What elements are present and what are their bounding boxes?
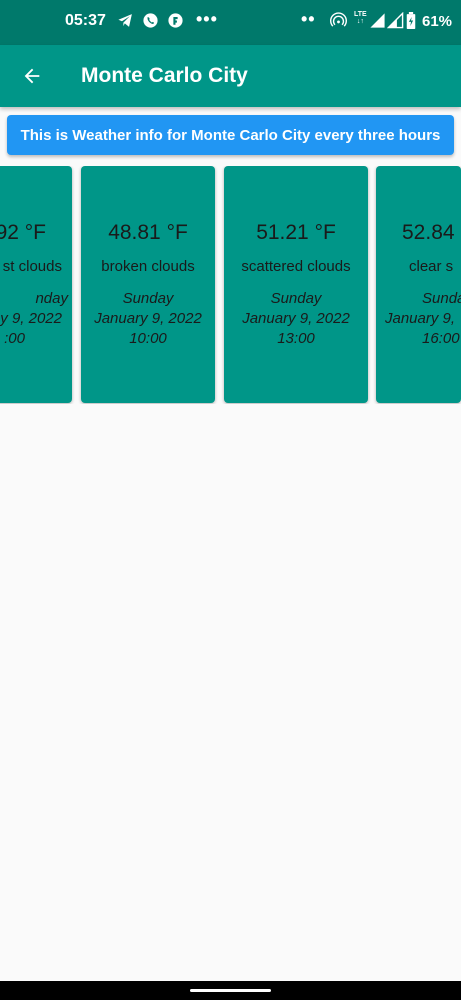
card-date: y 9, 2022 [0,310,62,327]
arrow-back-icon [24,68,40,84]
signal-icon-2 [387,12,404,29]
card-date: January 9, 2022 [94,310,202,327]
card-temperature: 48.81 °F [108,221,188,244]
card-time: 13:00 [277,330,315,347]
hotspot-icon [330,12,347,27]
dots-icon: •• [301,9,316,29]
card-date: January 9, [385,310,456,327]
telegram-icon [118,14,132,27]
status-time: 05:37 [65,12,106,29]
card-day: Sunda [422,290,461,307]
battery-icon [406,12,416,29]
forecast-card[interactable]: 48.81 °F broken clouds Sunday January 9,… [81,166,215,403]
card-temperature: 52.84 [402,221,455,244]
forecast-cards-list[interactable]: 92 °F st clouds nday y 9, 2022 :00 48.81… [0,166,461,404]
forecast-card[interactable]: 92 °F st clouds nday y 9, 2022 :00 [0,166,72,403]
card-time: 16:00 [422,330,460,347]
card-date: January 9, 2022 [242,310,350,327]
status-bar: 05:37 ••• •• LTE ↓↑ 61% [0,0,461,45]
card-day: nday [35,290,68,307]
card-temperature: 92 °F [0,221,46,244]
whatsapp-icon [143,13,158,28]
card-description: st clouds [2,258,62,275]
card-temperature: 51.21 °F [256,221,336,244]
home-indicator[interactable] [190,989,271,992]
back-button[interactable] [14,58,50,94]
signal-icon [370,13,385,28]
card-day: Sunday [122,290,174,307]
more-dots-icon: ••• [196,9,218,29]
lte-label: LTE ↓↑ [354,11,367,25]
card-time: 10:00 [129,330,167,347]
card-day: Sunday [270,290,322,307]
card-description: broken clouds [101,258,195,275]
card-time: :00 [4,330,25,347]
app-bar: Monte Carlo City [0,45,461,107]
forecast-card[interactable]: 51.21 °F scattered clouds Sunday January… [224,166,368,403]
page-title: Monte Carlo City [81,64,248,87]
card-description: clear s [409,258,454,275]
app-icon [168,13,183,28]
battery-percent: 61% [422,13,453,30]
card-description: scattered clouds [241,258,351,275]
system-nav-bar [0,981,461,1000]
weather-info-button[interactable]: This is Weather info for Monte Carlo Cit… [7,115,454,155]
forecast-card[interactable]: 52.84 clear s Sunda January 9, 16:00 [376,166,461,403]
